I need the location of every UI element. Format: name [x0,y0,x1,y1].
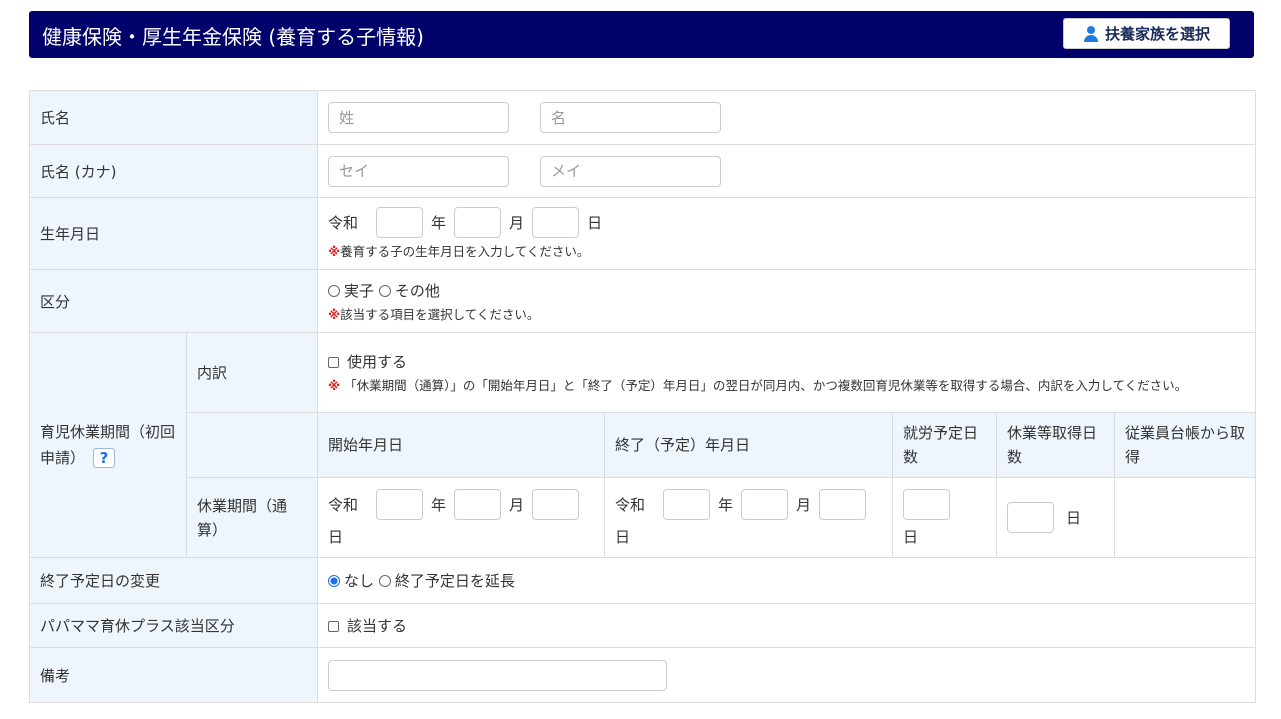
work-days-input[interactable] [903,488,951,520]
papa-mama-label: パパママ育休プラス該当区分 [28,603,319,648]
radio-biological[interactable]: 実子 [328,282,374,300]
child-info-form: 氏名 氏名 (カナ) 生年月日 令和年月日 ※養育する子の生年月日を入力してくだ… [28,90,1257,703]
category-label: 区分 [28,269,319,333]
birth-month-input[interactable] [454,207,502,238]
last-kana-input[interactable] [328,155,510,187]
remarks-label: 備考 [28,647,319,703]
radio-other[interactable]: その他 [378,282,440,300]
end-year-input[interactable] [663,488,711,520]
birth-label: 生年月日 [28,197,319,270]
end-change-label: 終了予定日の変更 [28,557,319,604]
col-end-date: 終了（予定）年月日 [604,412,894,478]
radio-none[interactable]: なし [328,572,374,590]
kana-label: 氏名 (カナ) [28,144,319,198]
help-icon[interactable]: ? [93,448,116,468]
end-month-input[interactable] [741,488,789,520]
total-period-label: 休業期間（通算） [185,477,319,558]
col-start-date: 開始年月日 [317,412,606,478]
start-day-input[interactable] [532,488,580,520]
birth-note: 養育する子の生年月日を入力してください。 [340,244,590,259]
birth-year-input[interactable] [376,207,424,238]
name-label: 氏名 [28,90,319,145]
start-year-input[interactable] [376,488,424,520]
end-day-input[interactable] [819,488,867,520]
birth-day-input[interactable] [532,207,580,238]
radio-extend[interactable]: 終了予定日を延長 [378,572,515,590]
page-title: 健康保険・厚生年金保険 (養育する子情報) [42,25,424,49]
col-from-ledger: 従業員台帳から取得 [1114,412,1257,478]
col-leave-days: 休業等取得日数 [996,412,1116,478]
remarks-input[interactable] [328,659,668,691]
user-icon [1083,25,1099,42]
select-dependent-button[interactable]: 扶養家族を選択 [1063,18,1230,49]
start-month-input[interactable] [454,488,502,520]
papa-mama-checkbox[interactable]: 該当する [328,617,407,635]
breakdown-label: 内訳 [185,332,319,413]
breakdown-checkbox[interactable]: 使用する [328,351,1245,372]
first-name-input[interactable] [540,102,722,133]
leave-days-input[interactable] [1007,502,1055,533]
first-kana-input[interactable] [540,155,722,187]
page-header: 健康保険・厚生年金保険 (養育する子情報) 扶養家族を選択 [29,11,1254,58]
last-name-input[interactable] [328,102,510,133]
col-work-days: 就労予定日数 [892,412,998,478]
